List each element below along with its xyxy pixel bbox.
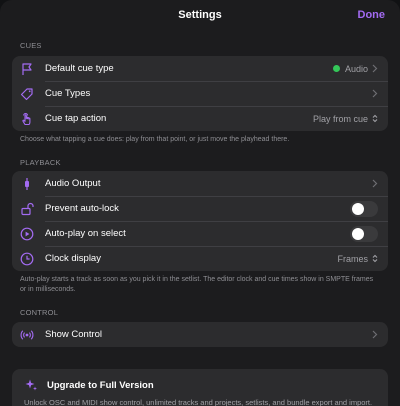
tag-icon xyxy=(20,87,34,101)
prevent-auto-lock-toggle[interactable] xyxy=(350,200,378,217)
chevron-right-icon xyxy=(372,179,378,188)
audio-output-icon xyxy=(20,177,34,191)
broadcast-icon xyxy=(20,328,34,342)
cues-group: Default cue type Audio Cue Types Cue tap… xyxy=(12,56,388,131)
playback-group: Audio Output Prevent auto-lock Auto-play… xyxy=(12,171,388,271)
upgrade-title: Upgrade to Full Version xyxy=(47,379,154,391)
section-header-control: CONTROL xyxy=(20,308,59,317)
row-default-cue-type[interactable]: Default cue type Audio xyxy=(12,56,388,81)
upgrade-description: Unlock OSC and MIDI show control, unlimi… xyxy=(24,398,373,406)
tap-hand-icon xyxy=(20,112,34,126)
auto-play-toggle[interactable] xyxy=(350,225,378,242)
row-show-control[interactable]: Show Control xyxy=(12,322,388,347)
sparkles-icon xyxy=(24,378,38,392)
section-header-cues: CUES xyxy=(20,41,42,50)
row-value: Audio xyxy=(344,63,368,74)
chevron-up-down-icon xyxy=(372,114,378,123)
row-label: Default cue type xyxy=(45,63,114,74)
upgrade-card[interactable]: Upgrade to Full Version Unlock OSC and M… xyxy=(12,369,388,406)
flag-icon xyxy=(20,62,34,76)
row-value: Frames xyxy=(337,253,368,264)
row-clock-display[interactable]: Clock display Frames xyxy=(12,246,388,271)
row-value: Play from cue xyxy=(312,113,368,124)
chevron-right-icon xyxy=(372,89,378,98)
control-group: Show Control xyxy=(12,322,388,347)
row-cue-tap-action[interactable]: Cue tap action Play from cue xyxy=(12,106,388,131)
row-cue-types[interactable]: Cue Types xyxy=(12,81,388,106)
navigation-bar: Settings Done xyxy=(0,0,400,32)
status-dot xyxy=(332,65,340,72)
page-title: Settings xyxy=(178,9,222,21)
row-label: Clock display xyxy=(45,253,101,264)
done-button[interactable]: Done xyxy=(358,9,386,21)
row-label: Prevent auto-lock xyxy=(45,203,119,214)
clock-icon xyxy=(20,252,34,266)
row-label: Cue Types xyxy=(45,88,91,99)
section-header-playback: PLAYBACK xyxy=(20,158,61,167)
settings-sheet: Settings Done CUES Default cue type Audi… xyxy=(0,0,400,406)
row-label: Cue tap action xyxy=(45,113,107,124)
section-footer-playback: Auto-play starts a track as soon as you … xyxy=(20,276,374,293)
chevron-right-icon xyxy=(372,64,378,73)
chevron-up-down-icon xyxy=(372,254,378,263)
row-auto-play-on-select: Auto-play on select xyxy=(12,221,388,246)
row-label: Audio Output xyxy=(45,178,101,189)
row-audio-output[interactable]: Audio Output xyxy=(12,171,388,196)
play-circle-icon xyxy=(20,227,34,241)
section-footer-cues: Choose what tapping a cue does: play fro… xyxy=(20,136,290,143)
row-label: Auto-play on select xyxy=(45,228,126,239)
row-label: Show Control xyxy=(45,329,103,340)
row-prevent-auto-lock: Prevent auto-lock xyxy=(12,196,388,221)
lock-open-icon xyxy=(20,202,34,216)
chevron-right-icon xyxy=(372,330,378,339)
